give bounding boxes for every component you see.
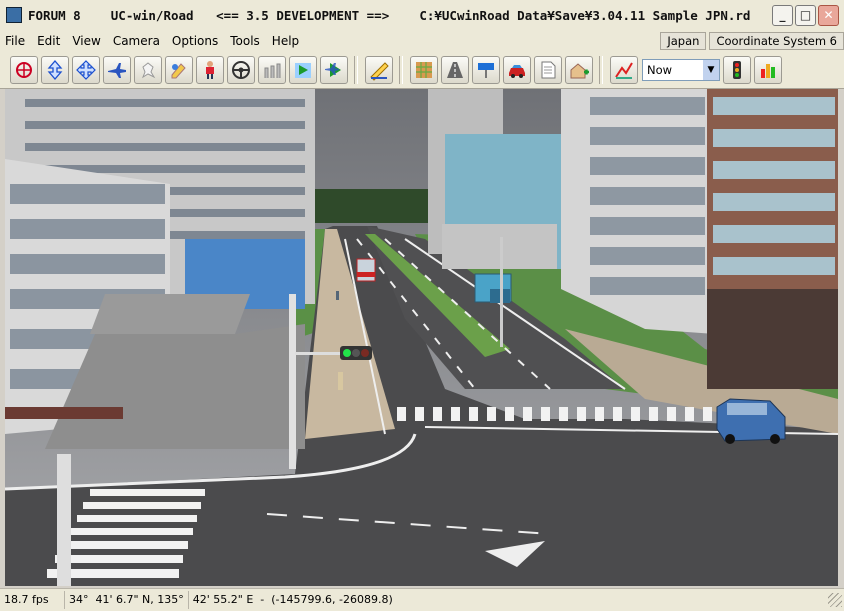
menu-options[interactable]: Options <box>167 34 225 48</box>
house-add-icon[interactable] <box>565 55 593 84</box>
menu-bar: File Edit View Camera Options Tools Help… <box>0 30 844 52</box>
bar-chart-icon[interactable] <box>754 55 782 84</box>
signal-arm <box>295 352 343 355</box>
red-bus <box>356 258 376 282</box>
signal-pole <box>289 294 296 469</box>
measure-ruler-icon[interactable] <box>365 55 393 84</box>
pedestrian <box>338 372 343 390</box>
terrain-grid-icon[interactable] <box>410 55 438 84</box>
brick-building-base <box>707 289 838 389</box>
fly-mode-icon[interactable] <box>103 55 131 84</box>
pedestrian-icon[interactable] <box>196 55 224 84</box>
street-light <box>500 237 503 347</box>
pan-move-icon[interactable] <box>72 55 100 84</box>
graph-icon[interactable] <box>610 55 638 84</box>
menu-camera[interactable]: Camera <box>108 34 167 48</box>
status-bar: 18.7 fps 34° 41' 6.7" N, 135° 42' 55.2" … <box>0 588 844 611</box>
chevron-down-icon[interactable]: ▼ <box>703 59 719 80</box>
blue-truck <box>474 273 512 303</box>
3d-viewport[interactable] <box>5 89 838 586</box>
minimize-button[interactable]: _ <box>772 4 793 26</box>
overpass-roof <box>90 294 250 334</box>
tree-line <box>310 189 430 223</box>
menu-edit[interactable]: Edit <box>32 34 67 48</box>
car-model-icon[interactable] <box>503 55 531 84</box>
vertical-move-icon[interactable] <box>41 55 69 84</box>
close-button[interactable]: ✕ <box>818 4 839 26</box>
window-title: FORUM 8 UC-win/Road <== 3.5 DEVELOPMENT … <box>28 7 751 23</box>
main-toolbar: Now ▼ <box>0 51 844 89</box>
rotate-view-icon[interactable] <box>10 55 38 84</box>
steering-wheel-icon[interactable] <box>227 55 255 84</box>
menu-help[interactable]: Help <box>267 34 306 48</box>
title-bar: FORUM 8 UC-win/Road <== 3.5 DEVELOPMENT … <box>0 0 844 31</box>
latitude-readout: 34° 41' 6.7" N, 135° <box>65 591 189 609</box>
low-building <box>442 224 557 269</box>
maximize-button[interactable]: □ <box>795 4 816 26</box>
road-sign-icon[interactable] <box>472 55 500 84</box>
drive-route-icon[interactable] <box>289 55 317 84</box>
pedestrian <box>336 291 339 300</box>
time-select-value: Now <box>647 62 673 77</box>
traffic-signal <box>340 346 372 360</box>
region-indicator[interactable]: Japan <box>660 31 707 50</box>
longitude-readout: 42' 55.2" E - (-145799.6, -26089.8) <box>192 593 393 606</box>
document-icon[interactable] <box>534 55 562 84</box>
time-select[interactable]: Now ▼ <box>642 58 720 81</box>
toolbar-separator <box>354 55 358 84</box>
resize-grip-icon[interactable] <box>828 593 842 607</box>
traffic-light-icon[interactable] <box>723 55 751 84</box>
toolbar-separator <box>599 55 603 84</box>
menu-tools[interactable]: Tools <box>225 34 267 48</box>
road-crane-icon[interactable] <box>258 55 286 84</box>
edit-object-icon[interactable] <box>165 55 193 84</box>
app-icon <box>6 7 22 23</box>
coordinate-system-indicator[interactable]: Coordinate System 6 <box>709 31 844 50</box>
canopy <box>5 407 123 419</box>
menu-view[interactable]: View <box>67 34 107 48</box>
building-right <box>561 89 715 334</box>
foreground-pole <box>57 454 71 586</box>
menu-file[interactable]: File <box>0 34 32 48</box>
toolbar-separator <box>399 55 403 84</box>
walk-mode-icon[interactable] <box>134 55 162 84</box>
road-section-icon[interactable] <box>441 55 469 84</box>
road-scene <box>5 89 838 586</box>
fps-readout: 18.7 fps <box>0 591 65 609</box>
flight-path-icon[interactable] <box>320 55 348 84</box>
blue-car <box>716 398 786 444</box>
